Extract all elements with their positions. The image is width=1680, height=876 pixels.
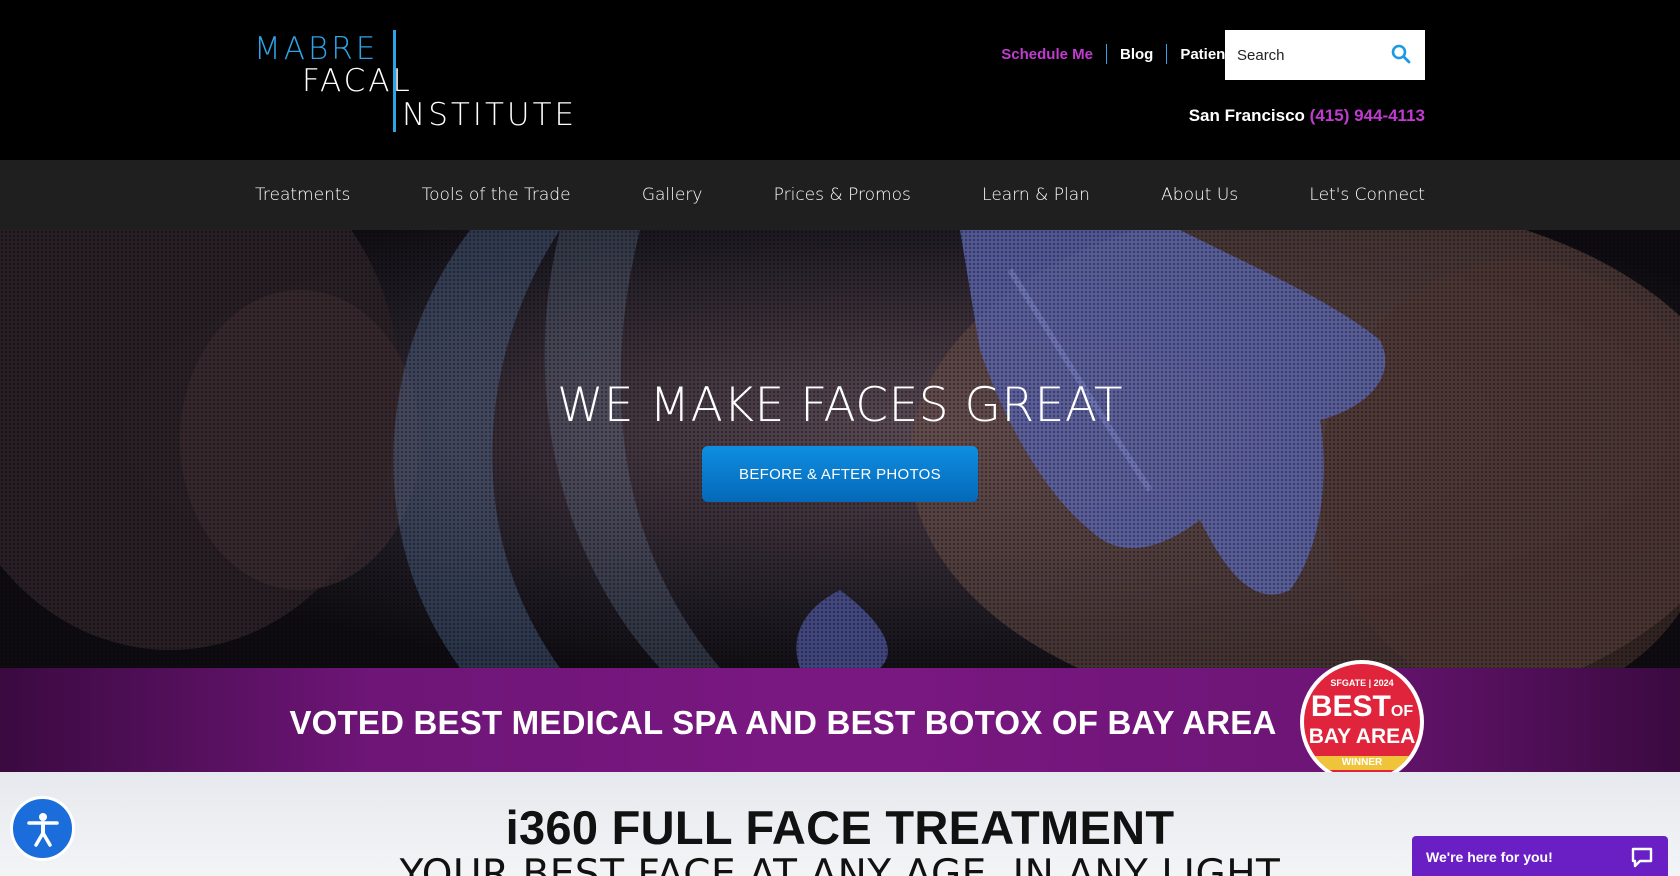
location-phone: San Francisco (415) 944-4113	[1189, 106, 1425, 126]
utility-divider	[1105, 44, 1107, 64]
chat-widget[interactable]: We're here for you!	[1412, 836, 1668, 876]
search-input[interactable]	[1237, 46, 1387, 64]
hero-section: WE MAKE FACES GREAT BEFORE & AFTER PHOTO…	[0, 230, 1680, 668]
nav-item-prices-promos[interactable]: Prices & Promos	[774, 185, 911, 205]
nav-item-treatments[interactable]: Treatments	[255, 185, 350, 205]
logo-line-1: MABRE	[254, 31, 379, 67]
schedule-me-link[interactable]: Schedule Me	[1001, 46, 1093, 63]
logo-line-2: FACAL	[302, 63, 413, 99]
location-city: San Francisco	[1188, 106, 1305, 125]
chat-label: We're here for you!	[1426, 849, 1553, 865]
chat-bubble-icon	[1631, 847, 1653, 868]
badge-source: SFGATE | 2024	[1330, 678, 1394, 688]
best-of-bay-area-badge: SFGATE | 2024 BESTOF BAY AREA WINNER	[1300, 660, 1424, 784]
before-after-photos-button[interactable]: BEFORE & AFTER PHOTOS	[702, 446, 978, 502]
award-banner: VOTED BEST MEDICAL SPA AND BEST BOTOX OF…	[0, 668, 1680, 772]
phone-link[interactable]: (415) 944-4113	[1310, 106, 1425, 125]
blog-link[interactable]: Blog	[1120, 46, 1153, 63]
nav-item-gallery[interactable]: Gallery	[642, 185, 703, 205]
accessibility-button[interactable]	[10, 796, 75, 861]
top-header: MABRE FACAL NSTITUTE Schedule Me Blog Pa…	[0, 0, 1680, 160]
nav-item-about-us[interactable]: About Us	[1161, 185, 1238, 205]
badge-best: BESTOF	[1310, 690, 1414, 723]
logo-line-3: NSTITUTE	[402, 97, 578, 133]
badge-winner: WINNER	[1304, 756, 1420, 770]
nav-item-learn-plan[interactable]: Learn & Plan	[982, 185, 1090, 205]
nav-item-lets-connect[interactable]: Let's Connect	[1309, 185, 1425, 205]
badge-area: BAY AREA	[1308, 725, 1416, 748]
search-icon[interactable]	[1391, 44, 1411, 64]
main-nav: Treatments Tools of the Trade Gallery Pr…	[0, 160, 1680, 230]
logo-divider	[393, 30, 396, 132]
nav-item-tools-of-the-trade[interactable]: Tools of the Trade	[422, 185, 571, 205]
accessibility-icon	[26, 812, 59, 847]
search-box	[1225, 30, 1425, 80]
utility-divider	[1166, 44, 1168, 64]
site-logo[interactable]: MABRE FACAL NSTITUTE	[254, 30, 626, 132]
hero-title: WE MAKE FACES GREAT	[556, 378, 1124, 433]
